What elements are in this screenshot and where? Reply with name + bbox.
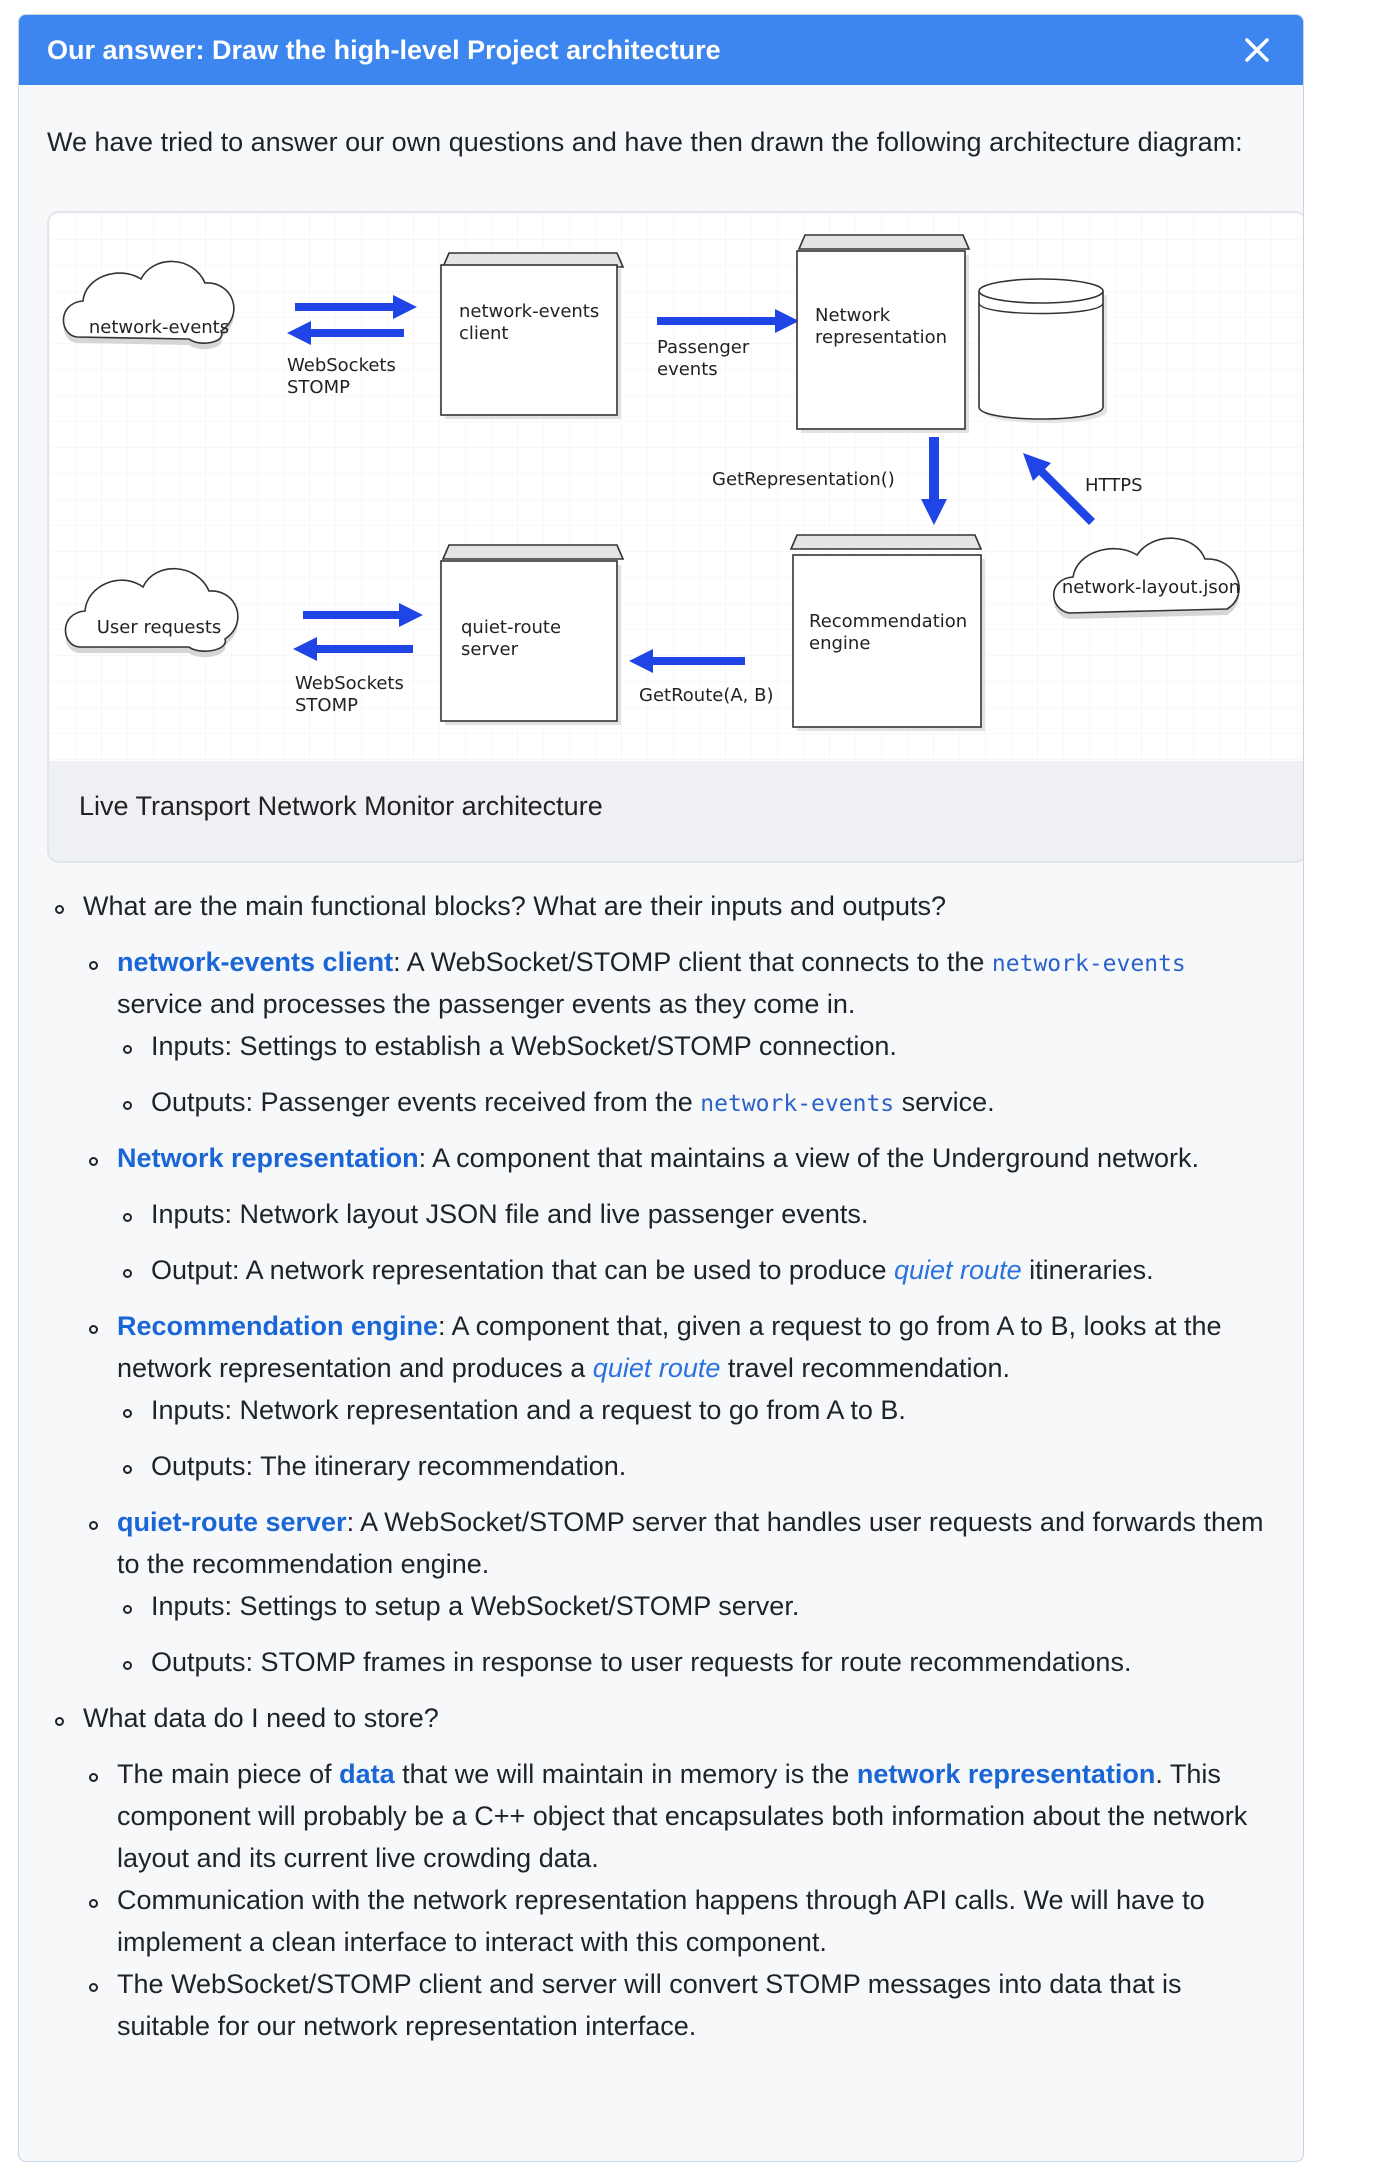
list-item-text: suitable for our network representation …	[117, 2011, 697, 2041]
close-button[interactable]	[1239, 32, 1275, 68]
list-item-text: The main piece of	[117, 1759, 340, 1789]
list-item-text: Output: A network representation that ca…	[151, 1255, 894, 1285]
list-item-text: component will probably be a C++ object …	[117, 1801, 1248, 1831]
answer-panel: Our answer: Draw the high-level Project …	[18, 14, 1304, 2162]
ws1-label-line2: STOMP	[287, 377, 350, 398]
list-item-text: itineraries.	[1021, 1255, 1154, 1285]
ws2-label-line1: WebSockets	[295, 673, 404, 694]
list-item-text: that we will maintain in memory is the	[394, 1759, 857, 1789]
architecture-diagram: network-events WebSockets STOMP network-…	[49, 213, 1303, 761]
close-icon	[1245, 38, 1269, 62]
bullet-icon	[123, 1269, 132, 1278]
get-representation-label: GetRepresentation()	[712, 469, 895, 490]
netrep-inputs: Inputs: Network layout JSON file and liv…	[151, 1199, 869, 1229]
box-engine-line2: engine	[809, 633, 870, 654]
box-quiet-route-server: quiet-route server	[440, 544, 625, 725]
bullet-icon	[55, 1717, 64, 1726]
list-item-text: service.	[894, 1087, 995, 1117]
bullet-icon	[89, 1521, 98, 1530]
code-network-events: network-events	[700, 1091, 895, 1117]
bullet-icon	[89, 961, 98, 970]
server-inputs: Inputs: Settings to setup a WebSocket/ST…	[151, 1591, 800, 1621]
list-item-text: network representation and produces a qu…	[117, 1347, 1010, 1389]
ws1-label-line1: WebSockets	[287, 355, 396, 376]
link-quiet-route[interactable]: quiet route	[894, 1255, 1022, 1285]
bullet-icon	[123, 1045, 132, 1054]
list-item-text: Outputs: Passenger events received from …	[151, 1087, 701, 1117]
database-icon	[978, 278, 1107, 423]
bullet-icon	[123, 1661, 132, 1670]
server-outputs: Outputs: STOMP frames in response to use…	[151, 1647, 1132, 1677]
bullet-icon	[89, 1157, 98, 1166]
list-item-text: : A WebSocket/STOMP client that connects…	[393, 947, 992, 977]
term-network-representation: Network representation	[117, 1143, 419, 1173]
netrep-output: Output: A network representation that ca…	[151, 1249, 1154, 1291]
get-route-label: GetRoute(A, B)	[639, 685, 773, 706]
list-item-communication: Communication with the network represent…	[117, 1885, 1205, 1915]
list-item-network-events-client: network-events client: A WebSocket/STOMP…	[117, 941, 1186, 985]
list-item-data: The main piece of data that we will main…	[117, 1753, 1221, 1795]
box-netrep-line2: representation	[815, 327, 947, 348]
term-quiet-route-server: quiet-route server	[117, 1507, 347, 1537]
box-client-line1: network-events	[459, 301, 599, 322]
list-item-text: : A component that maintains a view of t…	[418, 1143, 1200, 1173]
list-item-text: : A WebSocket/STOMP server that handles …	[346, 1507, 1264, 1537]
question-functional-blocks: What are the main functional blocks? Wha…	[83, 891, 946, 921]
cloud-user-requests-label: User requests	[97, 617, 222, 638]
list-item-text: to the recommendation engine.	[117, 1549, 490, 1579]
list-item-text: service and processes the passenger even…	[117, 989, 856, 1019]
figure-caption: Live Transport Network Monitor architect…	[79, 791, 603, 821]
bullet-icon	[55, 905, 64, 914]
https-label: HTTPS	[1085, 475, 1143, 496]
box-server-line1: quiet-route	[461, 617, 561, 638]
list-item-recommendation-engine: Recommendation engine: A component that,…	[117, 1305, 1222, 1347]
cloud-network-layout-label: network-layout.json	[1062, 577, 1240, 598]
client-outputs: Outputs: Passenger events received from …	[151, 1081, 995, 1125]
box-server-line2: server	[461, 639, 519, 660]
ws2-label-line2: STOMP	[295, 695, 358, 716]
list-item-text: network representation and produces a	[117, 1353, 593, 1383]
box-engine-line1: Recommendation	[809, 611, 967, 632]
intro-text: We have tried to answer our own question…	[47, 127, 1243, 157]
list-item-text: implement a clean interface to interact …	[117, 1927, 827, 1957]
term-recommendation-engine: Recommendation engine	[117, 1311, 439, 1341]
term-data: data	[339, 1759, 395, 1789]
list-item-conversion: The WebSocket/STOMP client and server wi…	[117, 1969, 1182, 1999]
list-item-text: : A component that, given a request to g…	[438, 1311, 1222, 1341]
code-network-events: network-events	[991, 951, 1186, 977]
bullet-icon	[123, 1101, 132, 1110]
question-data-storage: What data do I need to store?	[83, 1703, 439, 1733]
list-item-text: layout and its current live crowding dat…	[117, 1843, 599, 1873]
passenger-label-line2: events	[657, 359, 718, 380]
bullet-icon	[89, 1773, 98, 1782]
engine-outputs: Outputs: The itinerary recommendation.	[151, 1451, 627, 1481]
engine-inputs: Inputs: Network representation and a req…	[151, 1395, 906, 1425]
panel-title: Our answer: Draw the high-level Project …	[47, 34, 721, 65]
panel-header: Our answer: Draw the high-level Project …	[19, 15, 1303, 85]
cloud-network-events-label: network-events	[89, 317, 229, 338]
bullet-icon	[123, 1213, 132, 1222]
list-item-text: travel recommendation.	[720, 1353, 1011, 1383]
bullet-icon	[89, 1325, 98, 1334]
bullet-icon	[89, 1983, 98, 1992]
list-item-quiet-route-server: quiet-route server: A WebSocket/STOMP se…	[117, 1501, 1264, 1543]
box-network-events-client: network-events client	[440, 252, 625, 419]
list-item-network-representation: Network representation: A component that…	[117, 1137, 1199, 1179]
bullet-icon	[123, 1605, 132, 1614]
bullet-icon	[89, 1899, 98, 1908]
bullet-icon	[123, 1409, 132, 1418]
passenger-label-line1: Passenger	[657, 337, 750, 358]
term-network-representation: network representation	[856, 1759, 1156, 1789]
bullet-icon	[123, 1465, 132, 1474]
box-netrep-line1: Network	[815, 305, 891, 326]
box-client-line2: client	[459, 323, 508, 344]
box-recommendation-engine: Recommendation engine	[789, 534, 985, 731]
box-network-representation: Network representation	[796, 234, 971, 433]
client-inputs: Inputs: Settings to establish a WebSocke…	[151, 1031, 897, 1061]
link-quiet-route[interactable]: quiet route	[593, 1353, 721, 1383]
architecture-figure: network-events WebSockets STOMP network-…	[47, 211, 1303, 863]
list-item-text: . This	[1155, 1759, 1221, 1789]
term-network-events-client: network-events client	[117, 947, 394, 977]
